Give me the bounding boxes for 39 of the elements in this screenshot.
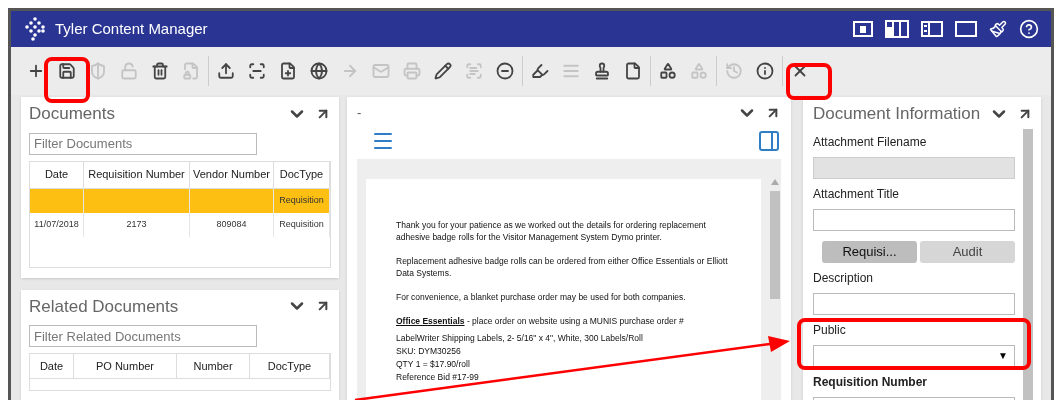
filter-field[interactable]: Filter Documents bbox=[29, 132, 257, 155]
table-cell-text: Requisition bbox=[279, 217, 324, 231]
document-text: - place order on website using a MUNIS purchase order # bbox=[465, 315, 684, 327]
document-paragraph: Replacement adhesive badge rolls can be ordered from either Office Essentials or Elliott Data Systems. bbox=[396, 255, 729, 279]
dropdown-caret: ▼ bbox=[998, 349, 1008, 363]
column-header[interactable]: Date bbox=[30, 161, 84, 188]
vendor-heading: Office Essentials bbox=[396, 315, 465, 327]
table-cell-text: Requisition bbox=[279, 193, 324, 207]
column-header[interactable]: Date bbox=[30, 354, 74, 378]
column-header[interactable]: Number bbox=[177, 354, 250, 378]
column-header[interactable]: PO Number bbox=[74, 354, 177, 378]
column-header[interactable]: Vendor Number bbox=[190, 161, 274, 188]
column-header[interactable]: DocType bbox=[250, 354, 330, 378]
panel-title: Document Information bbox=[813, 103, 981, 125]
field-label: Public bbox=[813, 321, 847, 339]
field-label: Attachment Filename bbox=[813, 133, 928, 151]
document-paragraph: Thank you for your patience as we worked out the details for ordering replacement adhesive badge rolls for the Visitor Management System Dymo printer. bbox=[396, 219, 707, 243]
filter-field[interactable]: Filter Related Documents bbox=[29, 325, 257, 347]
dropdown[interactable]: ▼ bbox=[813, 344, 1015, 367]
document-line: Reference Bid #17-99 bbox=[396, 371, 480, 383]
column-header[interactable]: DocType bbox=[274, 161, 330, 188]
table-cell-text: 11/07/2018 bbox=[34, 217, 79, 231]
document-line: SKU: DYM30256 bbox=[396, 345, 462, 357]
tab[interactable]: Requisi... bbox=[822, 240, 917, 263]
document-paragraph: For convenience, a blanket purchase order may be used for both companies. bbox=[396, 291, 687, 303]
field-label: Requisition Number bbox=[813, 373, 928, 391]
table-cell-text: 2173 bbox=[126, 217, 147, 231]
viewer-title: - bbox=[357, 104, 362, 123]
panel-title: Related Documents bbox=[29, 295, 179, 318]
field-label: Description bbox=[813, 269, 875, 287]
document-line: QTY 1 = $17.90/roll bbox=[396, 358, 471, 370]
tab[interactable]: Audit bbox=[920, 240, 1015, 263]
table-row[interactable]: Requisition bbox=[30, 188, 330, 213]
column-header[interactable]: Requisition Number bbox=[84, 161, 190, 188]
window-title: Tyler Content Manager bbox=[55, 18, 208, 39]
field-label: Attachment Title bbox=[813, 185, 901, 203]
table-cell-text: 809084 bbox=[216, 217, 247, 231]
document-line: LabelWriter Shipping Labels, 2- 5/16" x 4", White, 300 Labels/Roll bbox=[396, 332, 644, 344]
panel-title: Documents bbox=[29, 103, 115, 125]
